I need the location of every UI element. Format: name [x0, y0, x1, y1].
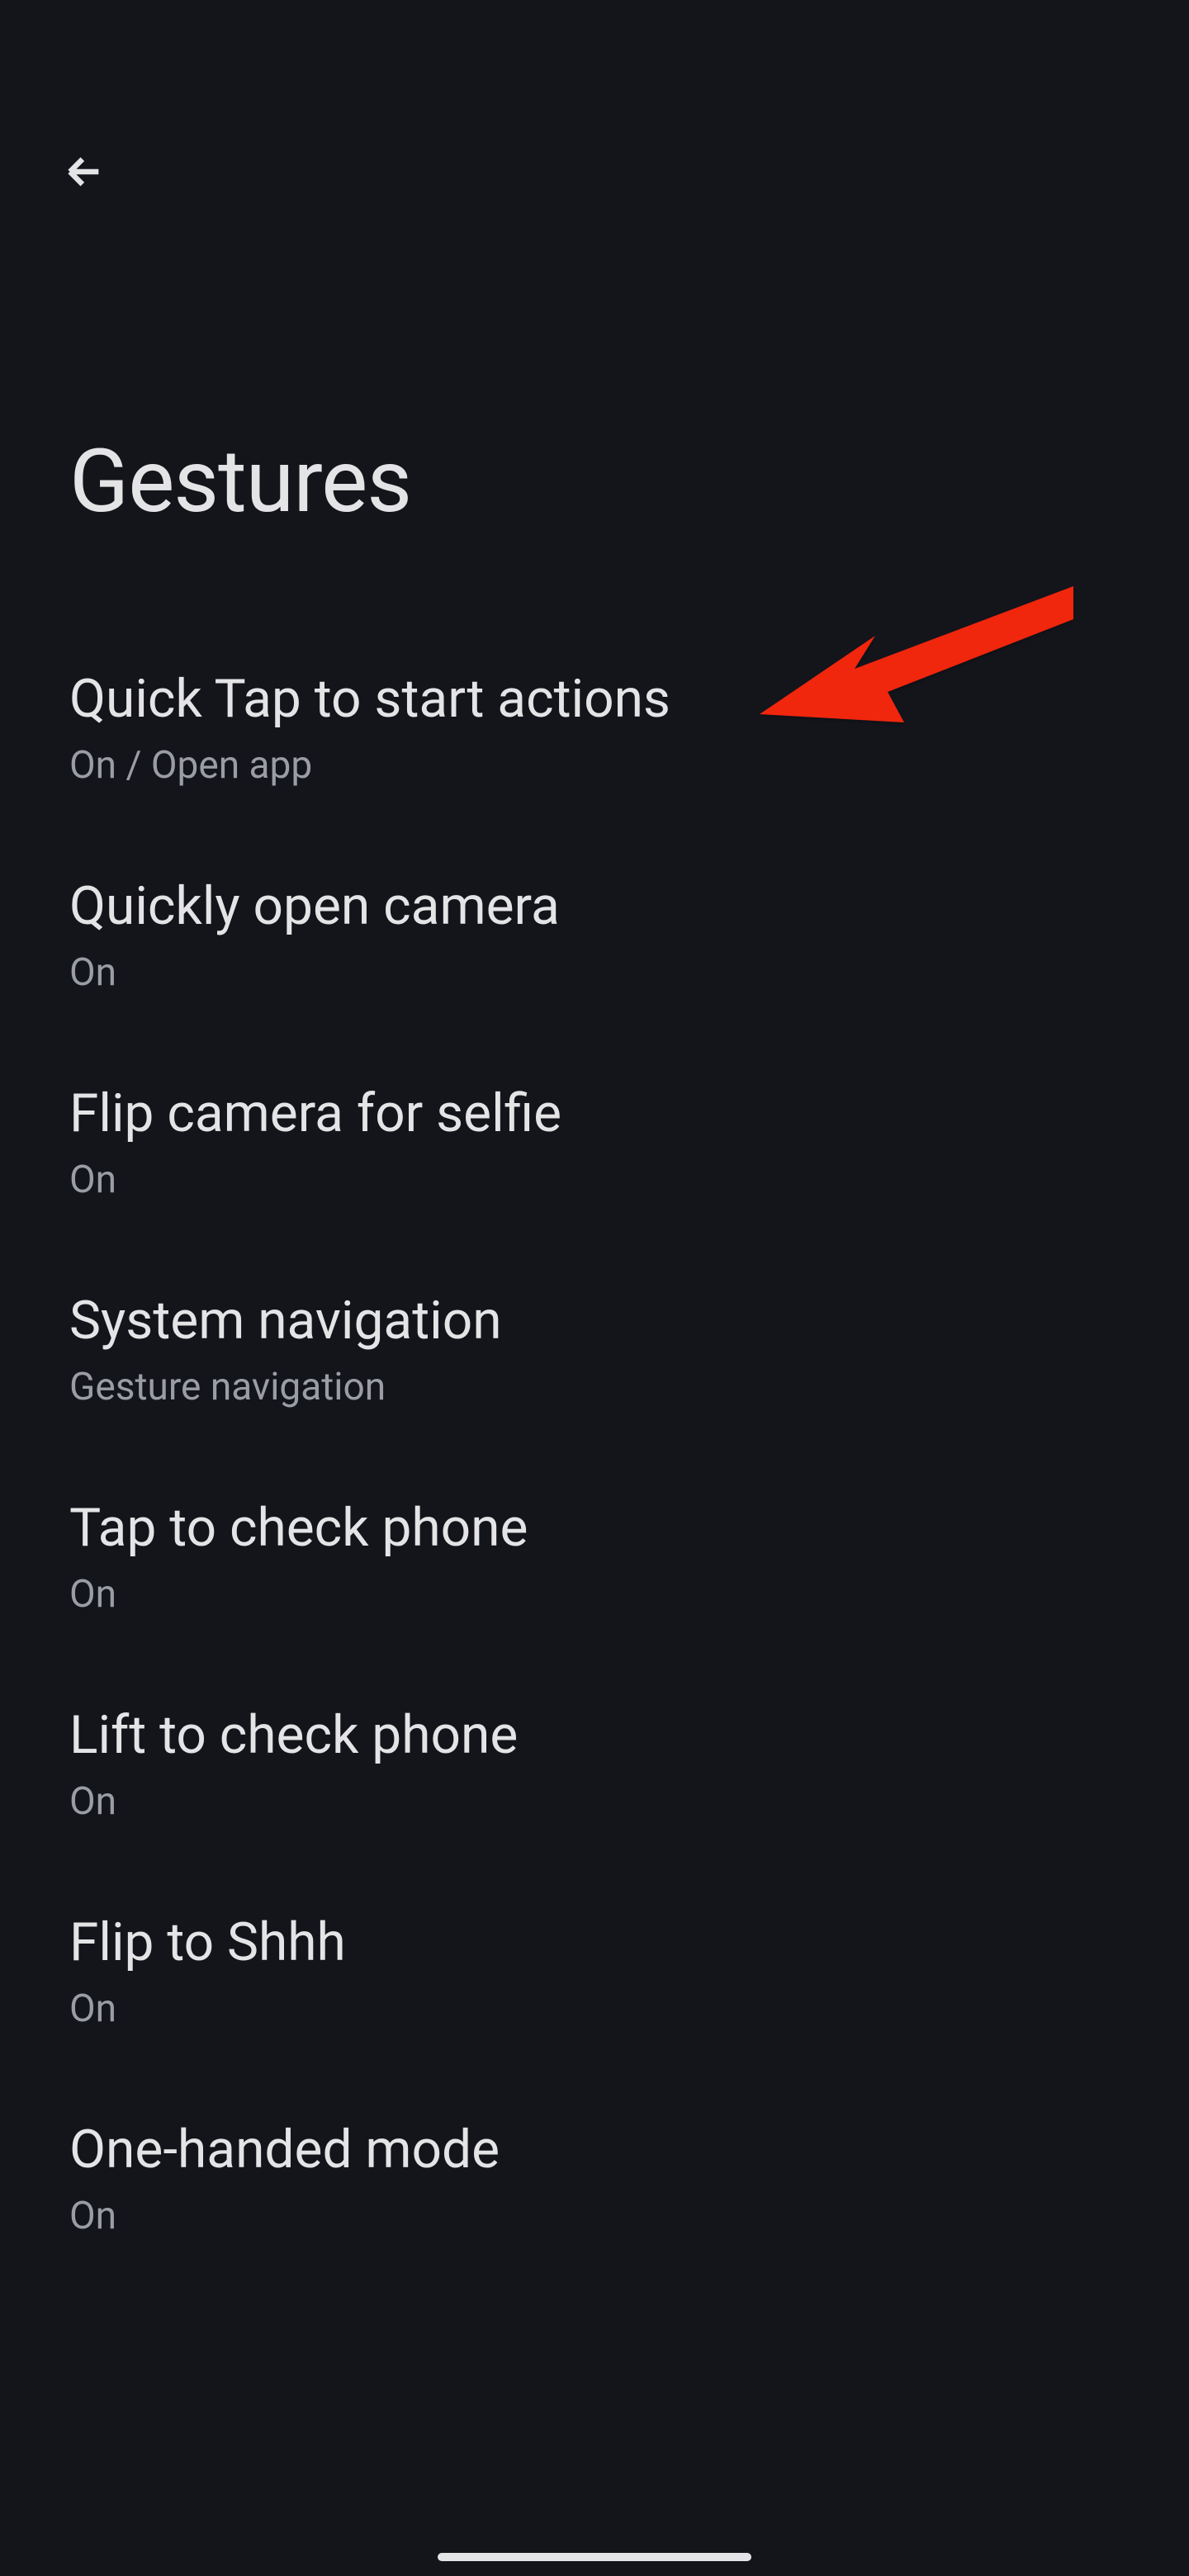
page-title: Gestures [0, 430, 1189, 533]
settings-list: Quick Tap to start actions On / Open app… [0, 623, 1189, 2281]
back-button[interactable] [61, 149, 107, 195]
arrow-left-icon [63, 150, 106, 193]
setting-quickly-open-camera[interactable]: Quickly open camera On [69, 831, 1120, 1038]
setting-tap-check-phone[interactable]: Tap to check phone On [69, 1452, 1120, 1660]
setting-flip-to-shhh[interactable]: Flip to Shhh On [69, 1867, 1120, 2074]
setting-title: Flip camera for selfie [69, 1081, 1120, 1147]
setting-subtitle: On [69, 1986, 1120, 2031]
header [0, 0, 1189, 195]
setting-subtitle: On [69, 1158, 1120, 1202]
setting-one-handed-mode[interactable]: One-handed mode On [69, 2074, 1120, 2281]
setting-subtitle: On [69, 950, 1120, 995]
setting-title: One-handed mode [69, 2117, 1120, 2183]
setting-subtitle: On [69, 1572, 1120, 1617]
setting-title: Quickly open camera [69, 874, 1120, 940]
setting-subtitle: On / Open app [69, 743, 1120, 788]
setting-system-navigation[interactable]: System navigation Gesture navigation [69, 1245, 1120, 1452]
setting-flip-camera-selfie[interactable]: Flip camera for selfie On [69, 1038, 1120, 1245]
setting-subtitle: On [69, 2194, 1120, 2238]
setting-title: Quick Tap to start actions [69, 666, 1120, 732]
setting-subtitle: On [69, 1779, 1120, 1824]
setting-title: Flip to Shhh [69, 1910, 1120, 1976]
navigation-pill[interactable] [438, 2553, 751, 2561]
setting-quick-tap[interactable]: Quick Tap to start actions On / Open app [69, 623, 1120, 831]
setting-title: Tap to check phone [69, 1495, 1120, 1561]
setting-title: Lift to check phone [69, 1702, 1120, 1769]
setting-lift-check-phone[interactable]: Lift to check phone On [69, 1660, 1120, 1867]
setting-subtitle: Gesture navigation [69, 1365, 1120, 1409]
setting-title: System navigation [69, 1288, 1120, 1354]
